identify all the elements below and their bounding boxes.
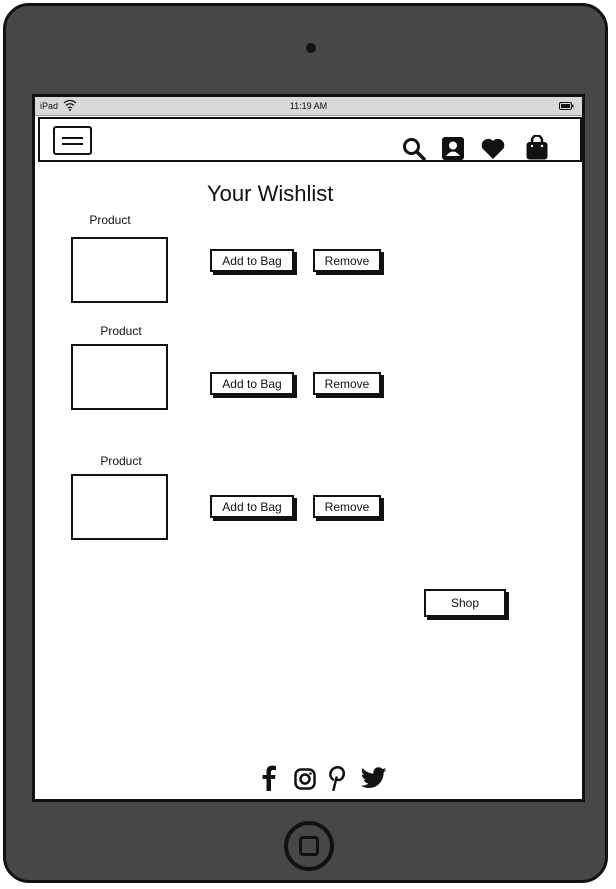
shopping-bag-icon[interactable] bbox=[526, 135, 548, 160]
heart-icon[interactable] bbox=[480, 137, 506, 160]
page-title: Your Wishlist bbox=[207, 181, 334, 206]
search-icon[interactable] bbox=[402, 137, 426, 161]
shop-button[interactable]: Shop bbox=[424, 589, 506, 617]
screen: iPad 11:19 AM Your Wishlist Product Add … bbox=[32, 94, 585, 802]
remove-button[interactable]: Remove bbox=[313, 372, 381, 395]
battery-icon bbox=[559, 102, 574, 110]
camera-dot bbox=[306, 43, 316, 53]
product-label: Product bbox=[100, 454, 142, 468]
add-to-bag-button[interactable]: Add to Bag bbox=[210, 249, 294, 272]
instagram-icon[interactable] bbox=[294, 768, 316, 790]
product-image[interactable] bbox=[71, 237, 168, 303]
product-label: Product bbox=[89, 213, 131, 227]
tablet-frame: iPad 11:19 AM Your Wishlist Product Add … bbox=[3, 3, 608, 883]
status-bar: iPad 11:19 AM bbox=[35, 97, 582, 116]
facebook-icon[interactable] bbox=[262, 765, 276, 791]
twitter-icon[interactable] bbox=[361, 767, 387, 789]
product-image[interactable] bbox=[71, 474, 168, 540]
remove-button[interactable]: Remove bbox=[313, 249, 381, 272]
remove-button[interactable]: Remove bbox=[313, 495, 381, 518]
status-time: 11:19 AM bbox=[289, 101, 328, 111]
pinterest-icon[interactable] bbox=[328, 765, 346, 791]
site-header bbox=[38, 117, 582, 162]
account-icon[interactable] bbox=[442, 137, 464, 160]
hamburger-menu-icon[interactable] bbox=[53, 126, 92, 155]
add-to-bag-button[interactable]: Add to Bag bbox=[210, 372, 294, 395]
product-label: Product bbox=[100, 324, 142, 338]
add-to-bag-button[interactable]: Add to Bag bbox=[210, 495, 294, 518]
home-button[interactable] bbox=[284, 821, 334, 871]
product-image[interactable] bbox=[71, 344, 168, 410]
